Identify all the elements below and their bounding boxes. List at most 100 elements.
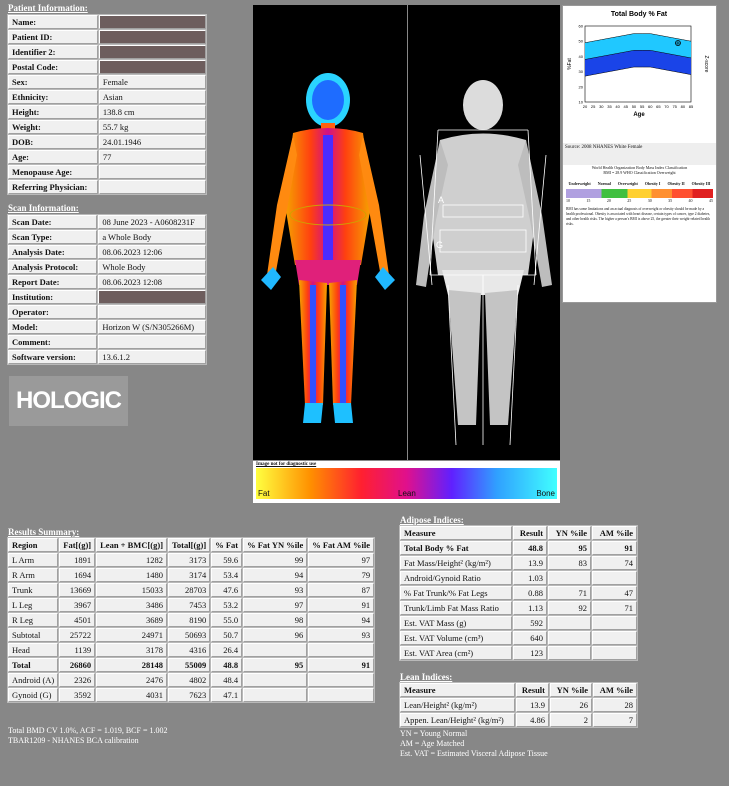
results-cell: 91 [308,658,375,672]
patient-info-row: Ethnicity: Asian [8,90,206,104]
scan-info-label: Operator: [8,305,98,319]
results-cell: 53.4 [211,568,243,582]
adipose-row: Est. VAT Mass (g) 592 [400,616,637,630]
lean-row: Appen. Lean/Height² (kg/m²) 4.86 2 7 [400,713,637,727]
scan-info-value: 08.06.2023 12:06 [98,245,206,259]
results-header: % Fat YN %ile [243,538,308,552]
scan-info-label: Software version: [8,350,98,364]
results-cell: 1282 [96,553,168,567]
results-cell: 4031 [96,688,168,702]
scan-info-value: 08 June 2023 - A0608231F [98,215,206,229]
patient-info-label: Sex: [8,75,98,89]
lean-cell: 26 [549,698,592,712]
adipose-cell: 91 [591,541,637,555]
results-cell: 2476 [96,673,168,687]
graph-panel: Total Body % Fat 20 25 30 35 40 45 50 55 60 65 70 75… [562,5,717,303]
results-cell: 98 [243,613,308,627]
scan-info-label: Institution: [8,290,98,304]
results-cell [308,673,375,687]
logo-text: HOLOGIC [16,387,122,414]
patient-info-label: Height: [8,105,98,119]
chart-x-tick: 65 [656,104,661,109]
bmi-category: Obesity I [644,181,661,186]
lean-note-am: AM = Age Matched [400,739,465,748]
scan-info-value: a Whole Body [98,230,206,244]
adipose-cell: 48.8 [513,541,548,555]
results-cell: 97 [243,598,308,612]
lean-cell: 2 [549,713,592,727]
results-header: % Fat AM %ile [308,538,375,552]
adipose-cell: 95 [548,541,591,555]
patient-info-label: Age: [8,150,98,164]
bmi-category: Obesity III [691,181,711,186]
results-cell: L Leg [8,598,59,612]
patient-info-value: 24.01.1946 [98,135,206,149]
lean-header: Result [515,683,549,697]
chart-x-tick: 25 [591,104,596,109]
results-cell: 4802 [168,673,211,687]
results-cell: 3178 [96,643,168,657]
bmi-tick: 15 [586,198,591,203]
results-cell: Total [8,658,59,672]
results-cell: 28703 [168,583,211,597]
adipose-row: Total Body % Fat 48.8 95 91 [400,541,637,555]
lean-cell: Appen. Lean/Height² (kg/m²) [400,713,515,727]
scan-info-row: Software version: 13.6.1.2 [8,350,206,364]
patient-info-row: DOB: 24.01.1946 [8,135,206,149]
results-cell [243,673,308,687]
bmi-category: Underweight [568,181,591,186]
adipose-cell: 592 [513,616,548,630]
scan-info-value: 13.6.1.2 [98,350,206,364]
color-body-scan-svg [261,73,395,423]
scan-info-label: Scan Type: [8,230,98,244]
results-cell: R Leg [8,613,59,627]
chart-x-tick: 50 [632,104,637,109]
results-row: Head 1139 3178 4316 26.4 [8,643,375,657]
scan-info-value: Whole Body [98,260,206,274]
results-cell: 4316 [168,643,211,657]
chart-x-tick: 45 [624,104,629,109]
chart-y-tick: 20 [579,84,584,89]
chart-x-tick: 80 [681,104,686,109]
results-cell: 94 [243,568,308,582]
scan-info-row: Analysis Protocol: Whole Body [8,260,206,274]
results-cell: Subtotal [8,628,59,642]
scan-info-row: Scan Date: 08 June 2023 - A0608231F [8,215,206,229]
adipose-indices-table: Measure Result YN %ile AM %ile Total Body %… [399,525,638,661]
patient-info-label: Ethnicity: [8,90,98,104]
android-region-label: A [438,195,444,205]
adipose-cell: 74 [591,556,637,570]
bmi-tick: 20 [606,198,611,203]
results-header: Lean + BMC[(g)] [96,538,168,552]
adipose-cell [548,616,591,630]
results-cell: 3689 [96,613,168,627]
results-cell: 48.4 [211,673,243,687]
patient-info-label: Postal Code: [8,60,98,74]
results-cell: 95 [243,658,308,672]
colorbar-note: Image not for diagnostic use [256,462,317,467]
results-cell: 2326 [59,673,96,687]
results-cell: 26860 [59,658,96,672]
scan-info-label: Analysis Protocol: [8,260,98,274]
results-cell [243,643,308,657]
chart-y-tick: 10 [579,100,584,105]
patient-info-value [98,165,206,179]
results-header: Total[(g)] [168,538,211,552]
adipose-cell: Est. VAT Area (cm²) [400,646,513,660]
scan-info-label: Analysis Date: [8,245,98,259]
adipose-header: AM %ile [591,526,637,540]
results-cell: 87 [308,583,375,597]
results-cell: 13669 [59,583,96,597]
results-cell: Android (A) [8,673,59,687]
adipose-header: YN %ile [548,526,591,540]
adipose-row: Trunk/Limb Fat Mass Ratio 1.13 92 71 [400,601,637,615]
bmi-disclaimer: BMI has some limitations and an actual d… [566,207,711,226]
results-cell: 53.2 [211,598,243,612]
results-cell: 79 [308,568,375,582]
bmi-bar [566,189,713,198]
results-cell: 3486 [96,598,168,612]
patient-info-value: Asian [98,90,206,104]
colorbar-panel: Image not for diagnostic use Fat Lean Bo… [253,461,560,503]
results-row: Trunk 13669 15033 28703 47.6 93 87 [8,583,375,597]
bmi-tick: 35 [668,198,673,203]
